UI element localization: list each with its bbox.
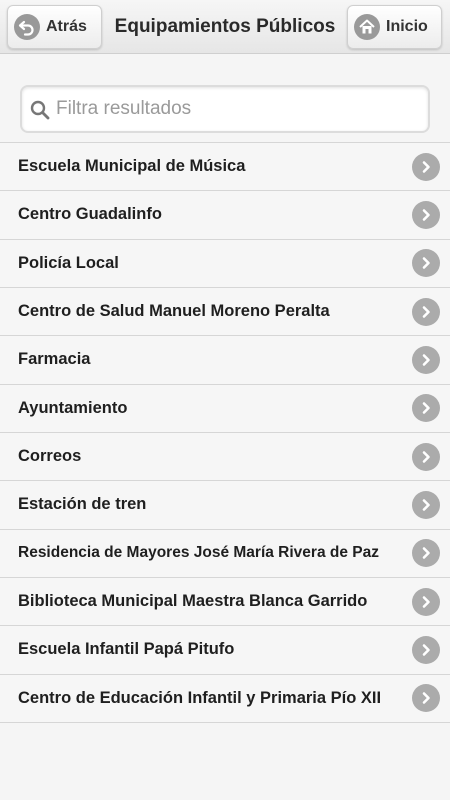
header-bar: Atrás Equipamientos Públicos Inicio [0,0,450,54]
list-item-label: Farmacia [18,350,91,369]
page-title: Equipamientos Públicos [114,16,336,37]
list-item[interactable]: Centro de Educación Infantil y Primaria … [0,674,450,723]
list-item-label: Centro Guadalinfo [18,205,162,224]
list-item-label: Centro de Educación Infantil y Primaria … [18,688,382,707]
back-button[interactable]: Atrás [7,5,102,49]
list-item[interactable]: Biblioteca Municipal Maestra Blanca Garr… [0,577,450,627]
home-button-label: Inicio [386,18,428,35]
list-item-label: Correos [18,447,82,466]
list-item[interactable]: Escuela Municipal de Música [0,143,450,192]
chevron-right-icon [412,200,440,229]
chevron-right-icon [412,442,440,471]
list-item[interactable]: Correos [0,432,450,482]
search-icon [30,100,50,120]
list-item[interactable]: Centro de Salud Manuel Moreno Peralta [0,287,450,337]
list-item-label: Escuela Municipal de Música [18,157,246,176]
chevron-right-icon [412,587,440,616]
list-item-label: Ayuntamiento [18,398,128,417]
back-button-label: Atrás [46,18,87,35]
arrow-back-icon [14,14,40,40]
search-input[interactable] [56,93,421,125]
list-item[interactable]: Policía Local [0,239,450,288]
chevron-right-icon [412,490,440,519]
list-item-label: Residencia de Mayores José María Rivera … [18,544,379,562]
chevron-right-icon [412,297,440,326]
home-button[interactable]: Inicio [347,5,442,49]
list-item-label: Policía Local [18,253,119,272]
list-item-label: Biblioteca Municipal Maestra Blanca Garr… [18,592,368,611]
list-item-label: Centro de Salud Manuel Moreno Peralta [18,302,330,321]
list-item-label: Escuela Infantil Papá Pitufo [18,640,235,659]
equipment-list: Escuela Municipal de Música Centro Guadal… [0,142,450,723]
chevron-right-icon [412,345,440,374]
chevron-right-icon [412,635,440,664]
search-box [20,85,430,133]
list-item[interactable]: Ayuntamiento [0,384,450,433]
list-item[interactable]: Estación de tren [0,481,450,530]
list-item[interactable]: Centro Guadalinfo [0,191,450,240]
chevron-right-icon [412,152,440,181]
list-item[interactable]: Farmacia [0,336,450,385]
chevron-right-icon [412,539,440,568]
chevron-right-icon [412,684,440,713]
list-item[interactable]: Escuela Infantil Papá Pitufo [0,626,450,675]
chevron-right-icon [412,394,440,423]
list-item-label: Estación de tren [18,495,147,514]
chevron-right-icon [412,249,440,278]
list-item[interactable]: Residencia de Mayores José María Rivera … [0,529,450,578]
home-icon [354,14,380,40]
